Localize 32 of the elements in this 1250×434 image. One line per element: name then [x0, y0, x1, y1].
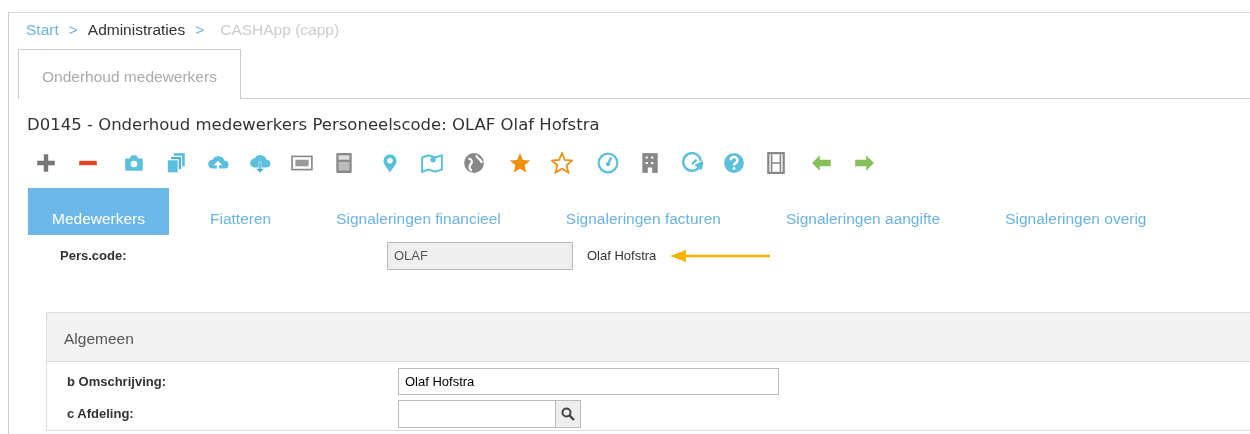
- nav-tab[interactable]: Signaleringen financieel: [312, 187, 525, 235]
- page-title: D0145 - Onderhoud medewerkers Personeelscode: OLAF Olaf Hofstra: [27, 114, 601, 136]
- page-tab[interactable]: Onderhoud medewerkers: [18, 49, 241, 99]
- clock-icon[interactable]: [681, 151, 703, 174]
- nav-tab[interactable]: Signaleringen overig: [981, 187, 1171, 235]
- breadcrumb-link[interactable]: Start: [26, 18, 59, 49]
- nav-tab[interactable]: Medewerkers: [28, 187, 170, 235]
- field-label: Pers.code:: [59, 247, 128, 265]
- film-icon[interactable]: [765, 151, 787, 174]
- nav-tab[interactable]: Signaleringen facturen: [541, 187, 745, 235]
- field-label: b Omschrijving:: [66, 373, 167, 391]
- map-icon[interactable]: [421, 151, 443, 174]
- search-icon[interactable]: [561, 406, 575, 421]
- name-text: Olaf Hofstra: [587, 247, 657, 265]
- breadcrumb-separator: >: [68, 20, 78, 40]
- breadcrumb-separator: >: [195, 20, 205, 40]
- star-outline-icon[interactable]: [551, 151, 573, 174]
- star-icon[interactable]: [509, 151, 531, 174]
- breadcrumb-link[interactable]: Administraties: [87, 18, 186, 49]
- add-icon[interactable]: [35, 151, 57, 174]
- gauge-icon[interactable]: [597, 151, 619, 174]
- help-icon[interactable]: [723, 151, 745, 174]
- copy-icon[interactable]: [165, 151, 187, 174]
- code-field[interactable]: OLAF: [387, 241, 573, 270]
- lookup-field[interactable]: [398, 399, 581, 428]
- field-label: c Afdeling:: [66, 405, 135, 423]
- building-icon[interactable]: [639, 151, 661, 174]
- text-field[interactable]: Olaf Hofstra: [398, 368, 779, 396]
- nav-tab[interactable]: Signaleringen aangifte: [761, 187, 965, 235]
- nav-tab[interactable]: Fiatteren: [186, 187, 296, 235]
- section-header: Algemeen: [47, 312, 1250, 362]
- calculator-icon[interactable]: [333, 151, 355, 174]
